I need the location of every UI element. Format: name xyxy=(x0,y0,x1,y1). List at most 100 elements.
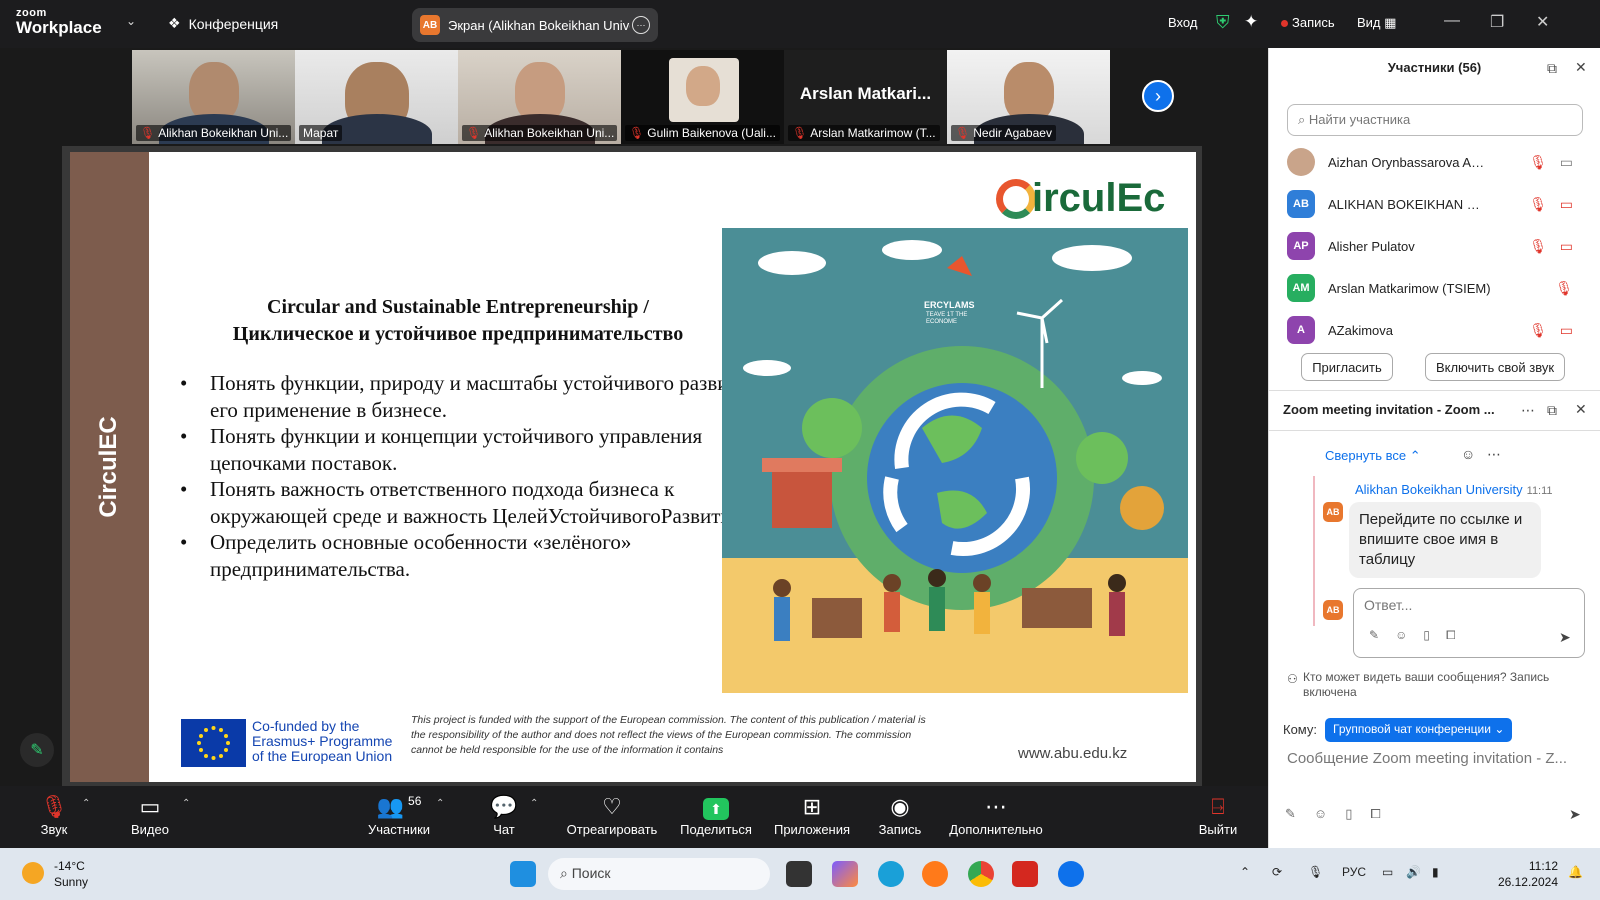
participant-row[interactable]: A AZakimova 🎙 ▭ xyxy=(1287,309,1587,351)
popout-icon[interactable]: ⧉ xyxy=(1547,60,1557,77)
message-compose-input[interactable]: Сообщение Zoom meeting invitation - Z... xyxy=(1287,750,1587,767)
record-icon: ◉ xyxy=(890,794,910,819)
participant-search-input[interactable]: ⌕ Найти участника xyxy=(1287,104,1583,136)
clock[interactable]: 11:12 26.12.2024 xyxy=(1486,858,1558,890)
send-icon[interactable]: ➤ xyxy=(1559,629,1571,646)
conference-menu[interactable]: ❖ Конференция xyxy=(168,15,278,32)
avatar: AP xyxy=(1287,232,1315,260)
battery-icon[interactable]: ▮ xyxy=(1432,865,1439,879)
view-menu[interactable]: Вид ▦ xyxy=(1357,15,1396,31)
file-icon[interactable]: ▯ xyxy=(1345,806,1370,821)
zoom-app-icon[interactable] xyxy=(1058,861,1084,887)
firefox-icon[interactable] xyxy=(922,861,948,887)
participant-row[interactable]: AB ALIKHAN BOKEIKHAN UNIVERSI... 🎙 ▭ xyxy=(1287,183,1587,225)
task-view-icon[interactable] xyxy=(786,861,812,887)
apps-button[interactable]: ⊞ Приложения xyxy=(770,794,854,837)
login-button[interactable]: Вход xyxy=(1168,15,1197,30)
screenshot-icon[interactable]: ⧠ xyxy=(1370,806,1398,821)
leave-door-icon: ⍈ xyxy=(1211,794,1225,819)
camera-off-icon: ▭ xyxy=(1559,321,1573,338)
muted-mic-icon: 🎙 xyxy=(140,126,156,140)
video-options-caret-icon[interactable]: ⌃ xyxy=(182,798,190,809)
thumbnail-5[interactable]: Arslan Matkari... 🎙 Arslan Matkarimow (T.… xyxy=(784,50,947,144)
participant-row[interactable]: AP Alisher Pulatov 🎙 ▭ xyxy=(1287,225,1587,267)
react-button[interactable]: ♡ Отреагировать xyxy=(564,794,660,837)
close-icon[interactable]: ✕ xyxy=(1575,401,1587,418)
emoji-icon[interactable]: ☺ xyxy=(1395,628,1423,642)
popout-icon[interactable]: ⧉ xyxy=(1547,402,1557,419)
participant-row[interactable]: Aizhan Orynbassarova ABU 🎙 ▭ xyxy=(1287,141,1587,183)
share-screen-button[interactable]: ⬆ Поделиться xyxy=(676,794,756,837)
notification-bell-icon[interactable]: 🔔 xyxy=(1568,865,1583,879)
annotate-pen-icon[interactable]: ✎ xyxy=(20,733,54,767)
microphone-icon[interactable]: 🎙 xyxy=(1308,865,1323,879)
thumbnail-3[interactable]: 🎙 Alikhan Bokeikhan Uni... xyxy=(458,50,621,144)
thumbnail-name: 🎙 Nedir Agabaev xyxy=(951,125,1056,141)
reply-input[interactable]: Ответ... xyxy=(1353,588,1585,658)
recording-indicator[interactable]: Запись xyxy=(1281,15,1335,30)
more-icon[interactable]: ··· xyxy=(632,16,650,34)
close-icon[interactable]: ✕ xyxy=(1536,12,1549,32)
record-button[interactable]: ◉ Запись xyxy=(876,794,924,837)
format-icon[interactable]: ✎ xyxy=(1285,806,1314,821)
copilot-icon[interactable] xyxy=(832,861,858,887)
thumbnail-2-active-speaker[interactable]: Марат xyxy=(295,50,458,144)
collapse-all-link[interactable]: Свернуть все ⌃ xyxy=(1325,448,1421,464)
send-icon[interactable]: ➤ xyxy=(1569,806,1581,823)
sync-icon[interactable]: ⟳ xyxy=(1272,865,1282,879)
video-button[interactable]: ▭ Видео xyxy=(128,794,172,837)
thumbnail-1[interactable]: 🎙 Alikhan Bokeikhan Uni... xyxy=(132,50,295,144)
eu-line-2: Erasmus+ Programme xyxy=(252,733,393,749)
apps-label: Приложения xyxy=(773,822,851,837)
taskbar-search[interactable]: ⌕ Поиск xyxy=(548,858,770,890)
shield-icon[interactable]: ⛨ xyxy=(1216,12,1230,33)
emoji-add-icon[interactable]: ☺ xyxy=(1461,446,1475,462)
thumbnail-4[interactable]: 🎙 Gulim Baikenova (Uali... xyxy=(621,50,784,144)
record-label: Запись xyxy=(878,822,922,837)
top-bar: zoom Workplace ⌄ ❖ Конференция AB Экран … xyxy=(0,0,1600,48)
chat-options-caret-icon[interactable]: ⌃ xyxy=(530,798,538,809)
restore-icon[interactable]: ❐ xyxy=(1490,12,1504,32)
avatar: AB xyxy=(1323,600,1343,620)
sparkle-icon[interactable]: ✦ xyxy=(1244,12,1258,32)
recipient-dropdown[interactable]: Групповой чат конференции ⌄ xyxy=(1325,718,1513,742)
next-page-arrow-icon[interactable]: › xyxy=(1142,80,1174,112)
windows-start-icon[interactable] xyxy=(510,861,536,887)
zoom-logo[interactable]: zoom Workplace xyxy=(16,8,102,37)
chevron-down-icon[interactable]: ⌄ xyxy=(126,14,136,28)
file-icon[interactable]: ▯ xyxy=(1423,628,1446,642)
audio-button[interactable]: 🎙 Звук xyxy=(34,794,74,837)
chat-button[interactable]: 💬 Чат xyxy=(484,794,524,837)
format-icon[interactable]: ✎ xyxy=(1369,628,1395,642)
weather-widget[interactable]: -14°C Sunny xyxy=(54,858,88,890)
language-indicator[interactable]: РУС xyxy=(1342,865,1366,879)
more-icon[interactable]: ⋯ xyxy=(1521,402,1535,419)
network-icon[interactable]: ▭ xyxy=(1382,865,1393,879)
participants-options-caret-icon[interactable]: ⌃ xyxy=(436,798,444,809)
who-can-see-link[interactable]: Кто может видеть ваши сообщения? Запись … xyxy=(1303,670,1583,700)
screen-share-indicator[interactable]: AB Экран (Alikhan Bokeikhan Universit ··… xyxy=(412,8,658,42)
slide-side-text: CirculEC xyxy=(95,416,122,518)
leave-button[interactable]: ⍈ Выйти xyxy=(1196,794,1240,837)
emoji-icon[interactable]: ☺ xyxy=(1314,806,1345,821)
minimize-icon[interactable]: — xyxy=(1444,12,1460,30)
edge-icon[interactable] xyxy=(878,861,904,887)
chevron-up-icon[interactable]: ⌃ xyxy=(1240,865,1250,879)
volume-icon[interactable]: 🔊 xyxy=(1406,865,1421,879)
screenshot-icon[interactable]: ⧠ xyxy=(1446,628,1472,642)
thumbnail-6[interactable]: 🎙 Nedir Agabaev xyxy=(947,50,1110,144)
panel-divider xyxy=(1269,430,1600,431)
audio-options-caret-icon[interactable]: ⌃ xyxy=(82,798,90,809)
invite-button[interactable]: Пригласить xyxy=(1301,353,1393,381)
more-button[interactable]: ⋯ Дополнительно xyxy=(946,794,1046,837)
participant-row[interactable]: AM Arslan Matkarimow (TSIEM) 🎙 xyxy=(1287,267,1587,309)
record-dot-icon xyxy=(1281,20,1288,28)
acrobat-icon[interactable] xyxy=(1012,861,1038,887)
close-icon[interactable]: ✕ xyxy=(1575,59,1587,76)
camera-off-icon: ▭ xyxy=(1559,237,1573,254)
chrome-icon[interactable] xyxy=(968,861,994,887)
share-title: Экран (Alikhan Bokeikhan Universit xyxy=(448,17,630,33)
participants-button[interactable]: 👥 56 Участники xyxy=(356,794,442,837)
more-icon[interactable]: ⋯ xyxy=(1487,446,1501,463)
unmute-myself-button[interactable]: Включить свой звук xyxy=(1425,353,1565,381)
